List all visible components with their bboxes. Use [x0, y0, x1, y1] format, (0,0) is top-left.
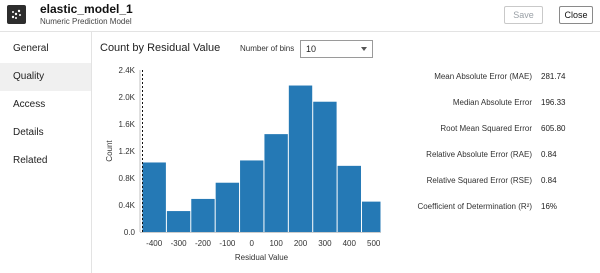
y-tick-label: 2.4K: [119, 66, 136, 75]
sidebar-item-label: General: [13, 43, 49, 54]
histogram-bar: [215, 182, 240, 232]
model-type: Numeric Prediction Model: [40, 17, 132, 26]
bins-select[interactable]: 10: [300, 40, 373, 58]
metric-label: Root Mean Squared Error: [440, 124, 532, 133]
metric-value: 0.84: [541, 150, 557, 159]
metric-value: 605.80: [541, 124, 566, 133]
x-tick-label: 0: [250, 239, 255, 248]
header: elastic_model_1 Numeric Prediction Model…: [0, 0, 600, 32]
y-tick-label: 0.0: [124, 228, 136, 237]
sidebar-item-label: Access: [13, 99, 46, 110]
sidebar-item-label: Related: [13, 155, 48, 166]
save-button[interactable]: Save: [504, 6, 543, 24]
metric-label: Relative Absolute Error (RAE): [426, 150, 532, 159]
metric-label: Coefficient of Determination (R²): [417, 202, 532, 211]
metric-value: 196.33: [541, 98, 566, 107]
x-axis-label: Residual Value: [235, 253, 289, 262]
histogram-bar: [142, 162, 166, 232]
histogram-bar: [191, 198, 215, 232]
histogram-bar: [288, 85, 313, 233]
sidebar-item-access[interactable]: Access: [0, 91, 91, 119]
metric-value: 281.74: [541, 72, 566, 81]
panel-title: Count by Residual Value: [100, 42, 221, 54]
model-name: elastic_model_1: [40, 2, 133, 16]
y-tick-label: 0.4K: [119, 201, 136, 210]
y-tick-label: 0.8K: [119, 174, 136, 183]
bins-select-value: 10: [306, 44, 317, 54]
y-tick-label: 2.0K: [119, 93, 136, 102]
metric-value: 16%: [541, 202, 558, 211]
x-tick-label: -400: [146, 239, 163, 248]
sidebar-item-general[interactable]: General: [0, 35, 91, 63]
metric-value: 0.84: [541, 176, 557, 185]
bins-label: Number of bins: [240, 44, 295, 53]
metric-label: Mean Absolute Error (MAE): [434, 72, 532, 81]
x-tick-label: 500: [367, 239, 381, 248]
x-tick-label: -300: [171, 239, 188, 248]
histogram-bar: [361, 201, 381, 232]
sidebar-item-related[interactable]: Related: [0, 147, 91, 175]
x-tick-label: 400: [343, 239, 357, 248]
sidebar: General Quality Access Details Related: [0, 32, 92, 273]
sidebar-item-label: Details: [13, 127, 44, 138]
close-button[interactable]: Close: [559, 6, 593, 24]
chevron-down-icon: [361, 47, 367, 51]
histogram-bar: [166, 211, 191, 232]
x-tick-label: 100: [269, 239, 283, 248]
y-axis-label: Count: [105, 140, 114, 162]
metric-label: Median Absolute Error: [452, 98, 532, 107]
histogram-bar: [313, 101, 337, 232]
histogram-bar: [337, 165, 361, 232]
y-tick-label: 1.6K: [119, 120, 136, 129]
x-tick-label: 300: [318, 239, 332, 248]
y-tick-label: 1.2K: [119, 147, 136, 156]
x-tick-label: -100: [219, 239, 236, 248]
histogram-bar: [264, 134, 288, 232]
sidebar-item-details[interactable]: Details: [0, 119, 91, 147]
residual-histogram: 0.0 0.4K 0.8K 1.2K 1.6K 2.0K 2.4K -400 -300 -200-…: [105, 66, 381, 262]
model-icon: [7, 5, 26, 24]
x-tick-label: -200: [195, 239, 212, 248]
metric-label: Relative Squared Error (RSE): [426, 176, 532, 185]
sidebar-item-label: Quality: [13, 71, 45, 82]
histogram-bar: [240, 160, 264, 232]
x-tick-label: 200: [294, 239, 308, 248]
sidebar-item-quality[interactable]: Quality: [0, 63, 91, 91]
